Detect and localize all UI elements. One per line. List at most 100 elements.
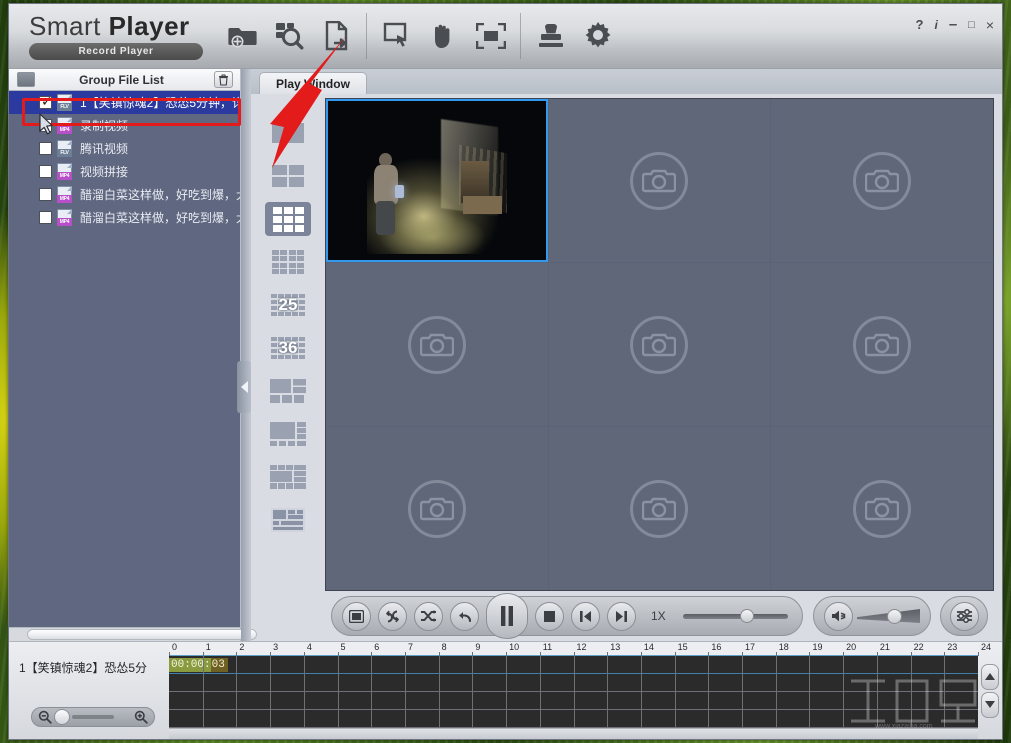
file-checkbox[interactable] bbox=[39, 142, 52, 155]
zoom-slider-knob[interactable] bbox=[54, 709, 70, 725]
file-list[interactable]: ✓ FLV 1【笑镇惊魂2】恐怂5分钟，详 MP4 录制视频 FLV 腾讯视频 … bbox=[9, 91, 240, 627]
video-cell-4[interactable] bbox=[326, 263, 548, 426]
rewind-button[interactable] bbox=[450, 602, 479, 631]
speaker-icon[interactable] bbox=[824, 602, 853, 631]
timeline-ruler[interactable]: 0123456789101112131415161718192021222324 bbox=[169, 642, 978, 656]
scrollbar-thumb[interactable] bbox=[27, 629, 257, 640]
volume-slider-knob[interactable] bbox=[887, 609, 902, 624]
window-body: Group File List ✓ FLV 1【笑镇惊魂2】恐怂5分钟，详 MP… bbox=[9, 69, 1002, 641]
file-list-header: Group File List bbox=[9, 69, 240, 91]
group-file-list-panel: Group File List ✓ FLV 1【笑镇惊魂2】恐怂5分钟，详 MP… bbox=[9, 69, 241, 641]
equalizer-panel bbox=[940, 596, 988, 636]
app-title: Smart Player bbox=[29, 13, 219, 39]
timeline-gridline bbox=[371, 656, 372, 728]
layout-16-button[interactable] bbox=[265, 245, 311, 279]
stop-button[interactable] bbox=[535, 602, 564, 631]
ruler-tick-label: 19 bbox=[812, 642, 822, 652]
pan-hand-icon[interactable] bbox=[420, 13, 467, 60]
file-list-horizontal-scrollbar[interactable] bbox=[9, 627, 240, 641]
list-item[interactable]: MP4 醋溜白菜这样做，好吃到爆，大 bbox=[9, 206, 240, 229]
export-file-icon[interactable] bbox=[313, 13, 360, 60]
file-checkbox[interactable] bbox=[39, 188, 52, 201]
layout-25-button[interactable]: 25 bbox=[265, 288, 311, 322]
panel-splitter[interactable] bbox=[241, 69, 251, 641]
ruler-tick-label: 1 bbox=[206, 642, 211, 652]
ruler-tick-label: 18 bbox=[779, 642, 789, 652]
speed-slider[interactable] bbox=[683, 605, 788, 627]
list-item[interactable]: FLV 腾讯视频 bbox=[9, 137, 240, 160]
loop-button[interactable] bbox=[378, 602, 407, 631]
select-region-icon[interactable] bbox=[373, 13, 420, 60]
settings-gear-icon[interactable] bbox=[574, 13, 621, 60]
ruler-tick-mark bbox=[978, 652, 979, 656]
camera-icon bbox=[408, 316, 466, 374]
timeline-track-header: 1【笑镇惊魂2】恐怂5分 bbox=[9, 642, 169, 739]
zoom-out-icon[interactable] bbox=[38, 710, 52, 724]
file-checkbox[interactable] bbox=[39, 165, 52, 178]
layout-9-button[interactable] bbox=[265, 202, 311, 236]
layout-1plus5-button[interactable] bbox=[265, 374, 311, 408]
timeline-zoom-slider[interactable] bbox=[31, 707, 155, 727]
layout-1plus7-button[interactable] bbox=[265, 417, 311, 451]
camera-icon bbox=[853, 152, 911, 210]
speed-slider-track bbox=[683, 614, 788, 619]
list-item[interactable]: MP4 醋溜白菜这样做，好吃到爆，大 bbox=[9, 183, 240, 206]
shuffle-button[interactable] bbox=[414, 602, 443, 631]
select-all-checkbox[interactable] bbox=[17, 72, 35, 87]
stage: 25 36 bbox=[251, 94, 1002, 641]
video-cell-8[interactable] bbox=[549, 427, 771, 590]
layout-4-button[interactable] bbox=[265, 159, 311, 193]
video-frame bbox=[328, 101, 546, 260]
search-files-icon[interactable] bbox=[266, 13, 313, 60]
video-cell-6[interactable] bbox=[771, 263, 993, 426]
sliders-icon[interactable] bbox=[950, 602, 979, 631]
minimize-button[interactable]: – bbox=[949, 16, 957, 33]
layout-1-button[interactable] bbox=[265, 116, 311, 150]
layout-1plus12-button[interactable] bbox=[265, 460, 311, 494]
fit-screen-icon[interactable] bbox=[467, 13, 514, 60]
help-button[interactable]: ? bbox=[916, 17, 924, 32]
watermark-stamp-icon[interactable] bbox=[527, 13, 574, 60]
zoom-in-icon[interactable] bbox=[134, 710, 148, 724]
pause-button[interactable] bbox=[486, 593, 528, 639]
maximize-button[interactable]: □ bbox=[968, 19, 975, 31]
add-folder-icon[interactable] bbox=[219, 13, 266, 60]
playback-speed-label: 1X bbox=[651, 609, 666, 623]
step-forward-button[interactable] bbox=[607, 602, 636, 631]
ruler-tick-label: 20 bbox=[846, 642, 856, 652]
ruler-tick-label: 6 bbox=[374, 642, 379, 652]
video-cell-1[interactable] bbox=[326, 99, 548, 262]
video-cell-9[interactable] bbox=[771, 427, 993, 590]
timecode-tail: 03 bbox=[211, 658, 228, 672]
step-back-button[interactable] bbox=[571, 602, 600, 631]
video-cell-2[interactable] bbox=[549, 99, 771, 262]
transport-bar: 1X bbox=[325, 591, 994, 641]
collapse-panel-button[interactable] bbox=[237, 361, 251, 413]
close-button[interactable]: × bbox=[986, 17, 994, 33]
list-item[interactable]: ✓ FLV 1【笑镇惊魂2】恐怂5分钟，详 bbox=[9, 91, 240, 114]
tab-play-window[interactable]: Play Window bbox=[259, 72, 367, 94]
volume-slider[interactable] bbox=[857, 605, 920, 627]
timeline-horizontal-scrollbar[interactable] bbox=[169, 728, 978, 739]
toolbar bbox=[219, 4, 621, 68]
ruler-tick-label: 22 bbox=[914, 642, 924, 652]
trash-icon[interactable] bbox=[214, 71, 233, 88]
camera-icon bbox=[853, 480, 911, 538]
layout-rail: 25 36 bbox=[251, 94, 325, 641]
video-cell-5[interactable] bbox=[549, 263, 771, 426]
file-checkbox[interactable] bbox=[39, 211, 52, 224]
video-cell-3[interactable] bbox=[771, 99, 993, 262]
timeline-gridline bbox=[574, 656, 575, 728]
file-name: 醋溜白菜这样做，好吃到爆，大 bbox=[80, 186, 240, 203]
timeline-gridline bbox=[236, 656, 237, 728]
video-cell-7[interactable] bbox=[326, 427, 548, 590]
speed-slider-knob[interactable] bbox=[740, 609, 754, 623]
camera-icon bbox=[630, 480, 688, 538]
file-type-label: MP4 bbox=[57, 126, 72, 134]
layout-custom-button[interactable] bbox=[265, 503, 311, 537]
info-button[interactable]: i bbox=[934, 18, 937, 32]
file-checkbox[interactable]: ✓ bbox=[39, 96, 52, 109]
snapshot-button[interactable] bbox=[342, 602, 371, 631]
list-item[interactable]: MP4 视频拼接 bbox=[9, 160, 240, 183]
layout-36-button[interactable]: 36 bbox=[265, 331, 311, 365]
